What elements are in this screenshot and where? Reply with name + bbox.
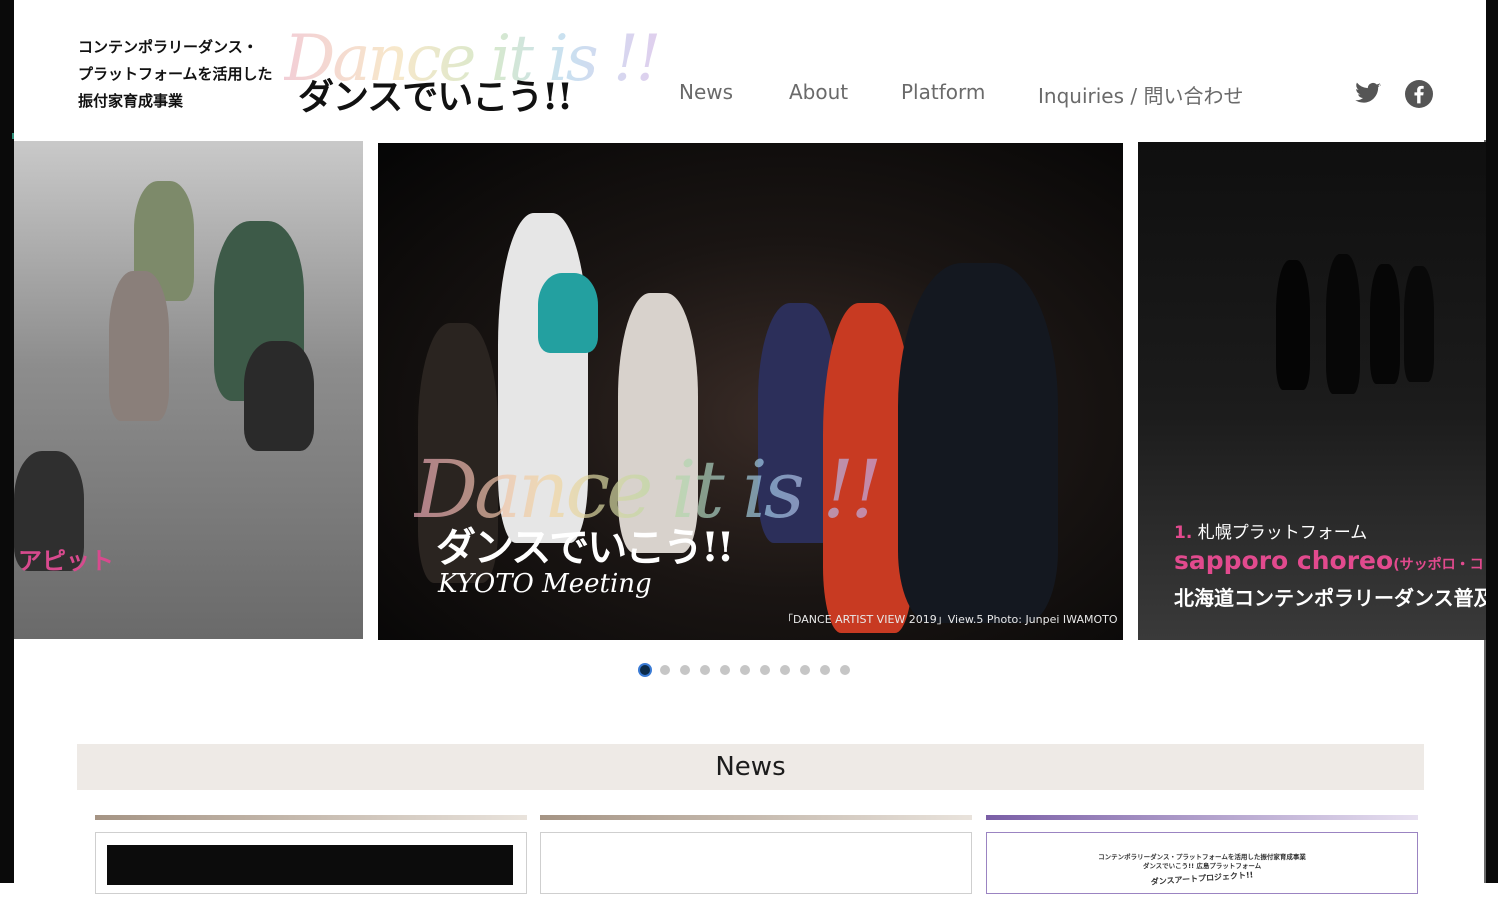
dancer-figure [898, 263, 1058, 623]
carousel-dot[interactable] [640, 665, 650, 675]
carousel-dot[interactable] [800, 665, 810, 675]
window-frame-left [0, 0, 14, 883]
nav-item-inquiries[interactable]: Inquiries / 問い合わせ [1038, 80, 1243, 109]
nav-item-news[interactable]: News [679, 80, 733, 104]
platform-description: 北海道コンテンポラリーダンス普及 [1174, 586, 1486, 610]
platform-brand-name: sapporo choreo [1174, 546, 1394, 575]
news-card-bar [95, 815, 527, 820]
hero-carousel[interactable]: アピット Dance it is !! ダンスでいこう!! KYOTO Meet… [14, 141, 1486, 641]
news-card-bar [540, 815, 972, 820]
slide-logo-jp: ダンスでいこう!! [436, 524, 734, 571]
carousel-dot[interactable] [840, 665, 850, 675]
dancer-figure [109, 271, 169, 421]
site-header: コンテンポラリーダンス・ プラットフォームを活用した 振付家育成事業 Dance… [14, 0, 1486, 140]
platform-title: 札幌プラットフォーム [1197, 523, 1368, 543]
news-card-bar [986, 815, 1418, 820]
news-section-header: News [77, 744, 1424, 790]
dancer-figure [1404, 266, 1434, 382]
news-card[interactable] [540, 815, 972, 894]
platform-brand: sapporo choreo(サッポロ・コ [1174, 546, 1484, 575]
slide-subtitle: KYOTO Meeting [438, 569, 652, 599]
carousel-dot[interactable] [680, 665, 690, 675]
nav-item-platform[interactable]: Platform [901, 80, 985, 104]
window-frame-right [1484, 0, 1498, 883]
platform-heading: 1. 札幌プラットフォーム [1174, 518, 1367, 543]
platform-number: 1. [1174, 523, 1193, 543]
photo-credit: 「DANCE ARTIST VIEW 2019」View.5 Photo: Ju… [782, 613, 1118, 626]
carousel-dot[interactable] [780, 665, 790, 675]
carousel-dot[interactable] [760, 665, 770, 675]
news-card-frame [540, 832, 972, 894]
nav-item-about[interactable]: About [789, 80, 848, 104]
prev-slide-caption: アピット [18, 547, 114, 575]
main-nav: News About Platform Inquiries / 問い合わせ [14, 80, 1486, 112]
carousel-dot[interactable] [720, 665, 730, 675]
carousel-dot[interactable] [700, 665, 710, 675]
news-card[interactable]: コンテンポラリーダンス・プラットフォームを活用した振付家育成事業 ダンスでいこう… [986, 815, 1418, 894]
dancer-figure [1370, 264, 1400, 384]
carousel-slide-prev[interactable]: アピット [14, 141, 363, 639]
platform-brand-sub: (サッポロ・コ [1393, 557, 1484, 573]
news-heading: News [715, 752, 786, 782]
facebook-icon[interactable] [1405, 80, 1433, 108]
carousel-dot[interactable] [820, 665, 830, 675]
news-card-thumbnail[interactable] [107, 845, 513, 885]
carousel-slide-next[interactable]: 1. 札幌プラットフォーム sapporo choreo(サッポロ・コ 北海道コ… [1138, 142, 1486, 640]
carousel-dot[interactable] [660, 665, 670, 675]
news-card[interactable] [95, 815, 527, 894]
tagline-line-1: コンテンポラリーダンス・ [78, 38, 258, 56]
carousel-dot[interactable] [740, 665, 750, 675]
twitter-icon[interactable] [1354, 80, 1382, 108]
dancer-figure [538, 273, 598, 353]
dancer-figure [244, 341, 314, 451]
dancer-figure [1326, 254, 1360, 394]
carousel-slide-active[interactable]: Dance it is !! ダンスでいこう!! KYOTO Meeting 「… [378, 143, 1123, 640]
dancer-figure [1276, 260, 1310, 390]
